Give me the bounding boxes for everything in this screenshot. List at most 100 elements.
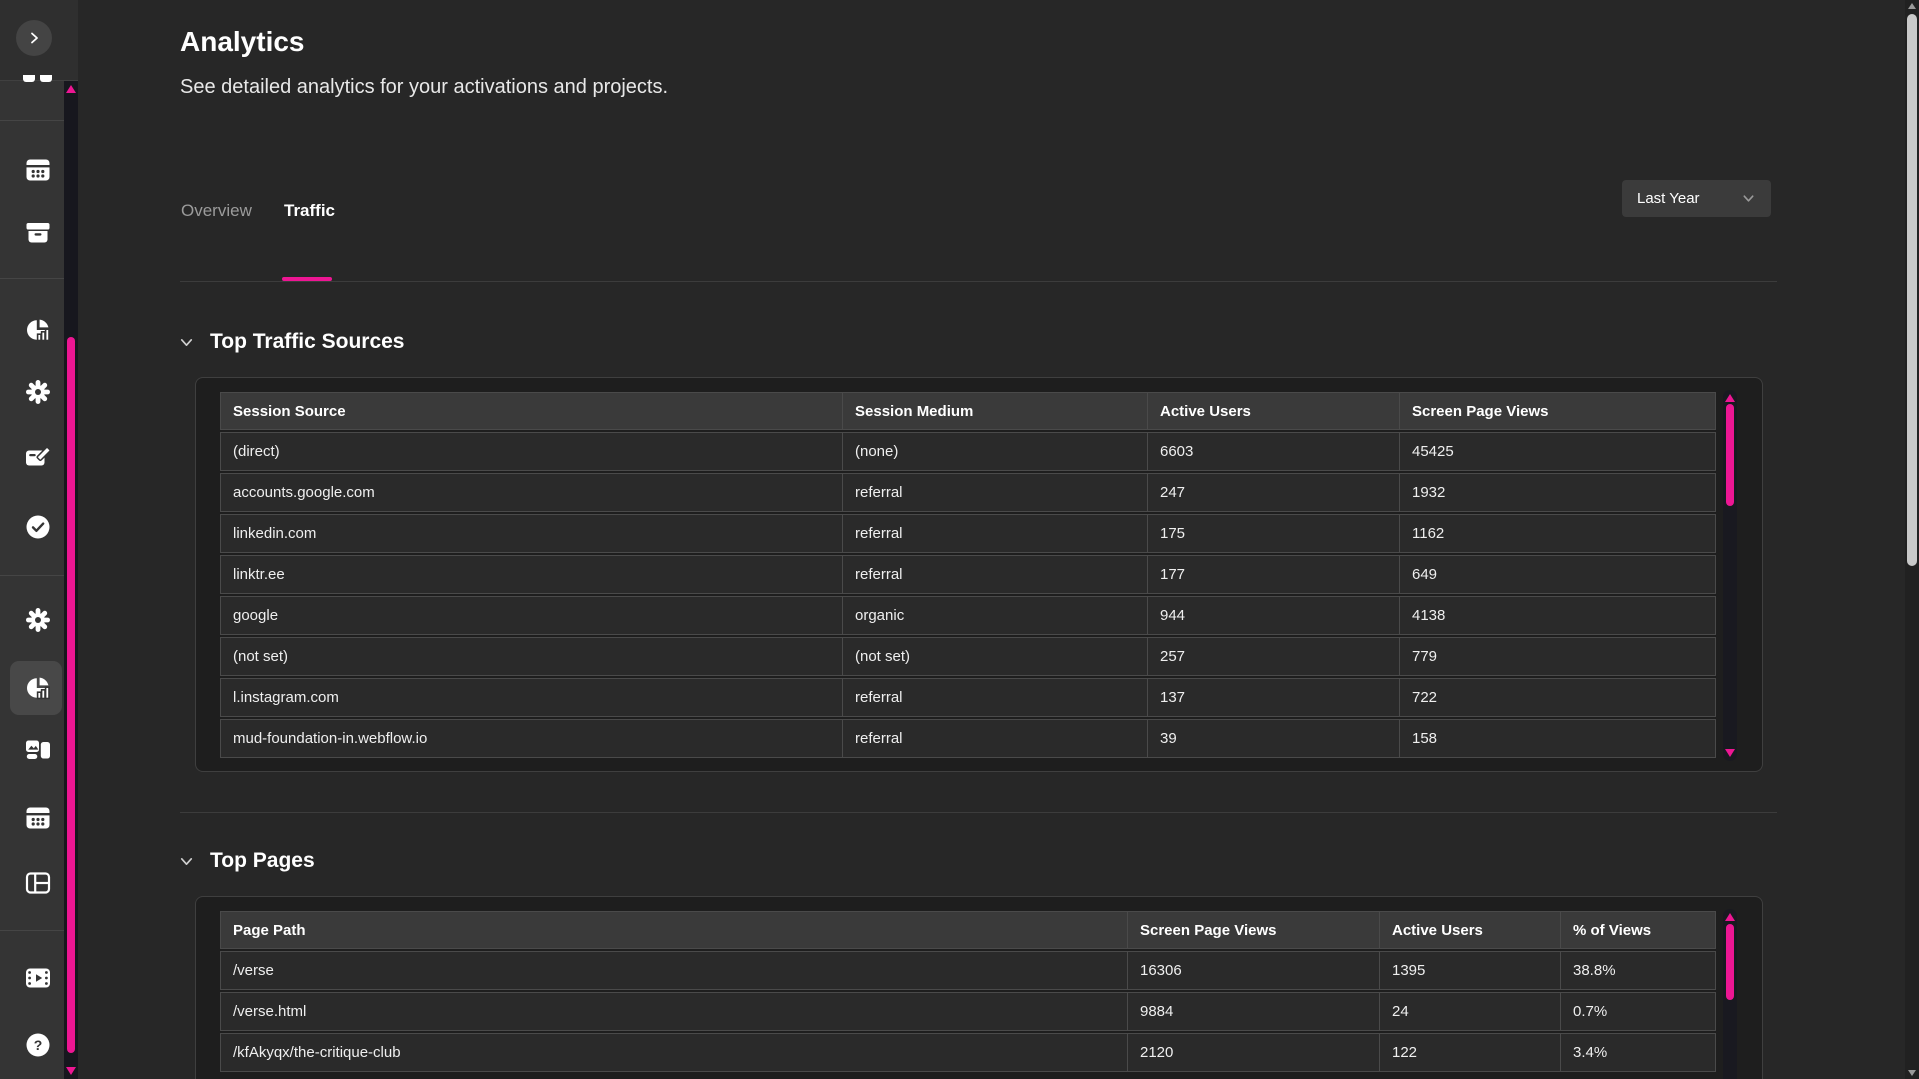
table-row: linkedin.comreferral1751162 [220, 514, 1716, 553]
table-cell: 2120 [1128, 1033, 1380, 1072]
traffic-sources-card: Session SourceSession MediumActive Users… [195, 377, 1763, 772]
sidebar-scrollbar[interactable] [64, 81, 78, 1079]
column-header: Page Path [220, 911, 1128, 949]
table-cell: /verse.html [220, 992, 1128, 1031]
scroll-down-arrow-icon[interactable] [1908, 1070, 1916, 1076]
table-cell: 257 [1148, 637, 1400, 676]
sidebar-divider [0, 120, 64, 121]
table-row: googleorganic9444138 [220, 596, 1716, 635]
scroll-up-arrow-icon[interactable] [1908, 3, 1916, 9]
sidebar-item-calendar-2[interactable] [23, 803, 53, 833]
scroll-up-arrow-icon[interactable] [66, 85, 76, 93]
table-cell: referral [843, 473, 1148, 512]
table-cell: linkedin.com [220, 514, 843, 553]
sidebar-item-analytics-active[interactable] [23, 673, 53, 703]
period-filter-value: Last Year [1637, 190, 1700, 207]
sidebar-divider [0, 575, 64, 576]
page-scrollbar[interactable] [1905, 0, 1919, 1079]
table-cell: accounts.google.com [220, 473, 843, 512]
column-header: % of Views [1561, 911, 1716, 949]
sidebar-item-help[interactable] [23, 1030, 53, 1060]
table-cell: /kfAkyqx/the-critique-club [220, 1033, 1128, 1072]
sidebar-item-settings[interactable] [23, 377, 53, 407]
archive-icon [25, 220, 51, 246]
table-cell: referral [843, 678, 1148, 717]
scroll-down-arrow-icon[interactable] [1725, 749, 1735, 757]
mail-compose-icon [25, 445, 51, 471]
column-header: Active Users [1148, 392, 1400, 430]
table-row: /verse.html9884240.7% [220, 992, 1716, 1031]
divider [180, 812, 1777, 813]
section-header-top-traffic-sources[interactable]: Top Traffic Sources [178, 330, 405, 354]
table-scrollbar[interactable] [1723, 390, 1737, 761]
sidebar-scrollbar-thumb[interactable] [67, 337, 75, 1053]
table-row: l.instagram.comreferral137722 [220, 678, 1716, 717]
scroll-down-arrow-icon[interactable] [66, 1067, 76, 1075]
scroll-up-arrow-icon[interactable] [1725, 394, 1735, 402]
tab-traffic[interactable]: Traffic [284, 201, 335, 221]
table-cell: (direct) [220, 432, 843, 471]
table-row: linktr.eereferral177649 [220, 555, 1716, 594]
sidebar-item-layout[interactable] [23, 868, 53, 898]
period-filter-dropdown[interactable]: Last Year [1622, 180, 1771, 217]
partially-scrolled-icon[interactable] [23, 75, 53, 82]
sidebar-item-compose[interactable] [23, 443, 53, 473]
table-cell: 9884 [1128, 992, 1380, 1031]
sidebar-divider [0, 278, 64, 279]
film-icon [25, 965, 51, 991]
gear-icon [25, 379, 51, 405]
scroll-up-arrow-icon[interactable] [1725, 913, 1735, 921]
section-title: Top Traffic Sources [210, 330, 405, 354]
table-cell: 3.4% [1561, 1033, 1716, 1072]
column-header: Active Users [1380, 911, 1561, 949]
chevron-down-icon [1741, 191, 1756, 206]
table-scrollbar[interactable] [1723, 909, 1737, 1079]
sidebar-item-tasks[interactable] [23, 512, 53, 542]
table-cell: 158 [1400, 719, 1716, 758]
tab-overview[interactable]: Overview [181, 201, 252, 221]
sidebar-item-archive[interactable] [23, 218, 53, 248]
table-cell: google [220, 596, 843, 635]
traffic-sources-table: Session SourceSession MediumActive Users… [220, 390, 1716, 760]
page-scrollbar-thumb[interactable] [1907, 14, 1917, 566]
section-header-top-pages[interactable]: Top Pages [178, 849, 315, 873]
chevron-down-icon [178, 853, 195, 870]
calendar-icon [25, 805, 51, 831]
table-scrollbar-thumb[interactable] [1726, 924, 1734, 1000]
table-cell: 722 [1400, 678, 1716, 717]
table-cell: 6603 [1148, 432, 1400, 471]
table-cell: 45425 [1400, 432, 1716, 471]
table-cell: 16306 [1128, 951, 1380, 990]
chevron-right-icon [26, 30, 42, 46]
page-subtitle: See detailed analytics for your activati… [180, 76, 668, 99]
chevron-down-icon [178, 334, 195, 351]
table-cell: 137 [1148, 678, 1400, 717]
column-header: Session Medium [843, 392, 1148, 430]
check-circle-icon [25, 514, 51, 540]
sidebar-expand-button[interactable] [16, 20, 52, 56]
sidebar [0, 0, 78, 1079]
top-pages-card: Page PathScreen Page ViewsActive Users% … [195, 896, 1763, 1079]
sidebar-header [0, 0, 78, 81]
pie-chart-icon [25, 317, 51, 343]
table-cell: 177 [1148, 555, 1400, 594]
table-cell: /verse [220, 951, 1128, 990]
table-cell: 649 [1400, 555, 1716, 594]
table-cell: organic [843, 596, 1148, 635]
table-scrollbar-thumb[interactable] [1726, 404, 1734, 506]
layout-icon [25, 870, 51, 896]
table-cell: referral [843, 555, 1148, 594]
table-cell: l.instagram.com [220, 678, 843, 717]
sidebar-item-analytics[interactable] [23, 315, 53, 345]
table-cell: 4138 [1400, 596, 1716, 635]
sidebar-item-calendar[interactable] [23, 155, 53, 185]
table-row: (direct)(none)660345425 [220, 432, 1716, 471]
calendar-icon [25, 157, 51, 183]
table-cell: 38.8% [1561, 951, 1716, 990]
media-devices-icon [25, 737, 51, 763]
table-header-row: Session SourceSession MediumActive Users… [220, 392, 1716, 430]
sidebar-item-videos[interactable] [23, 963, 53, 993]
sidebar-item-settings-2[interactable] [23, 605, 53, 635]
divider [180, 281, 1777, 282]
sidebar-item-media[interactable] [23, 735, 53, 765]
